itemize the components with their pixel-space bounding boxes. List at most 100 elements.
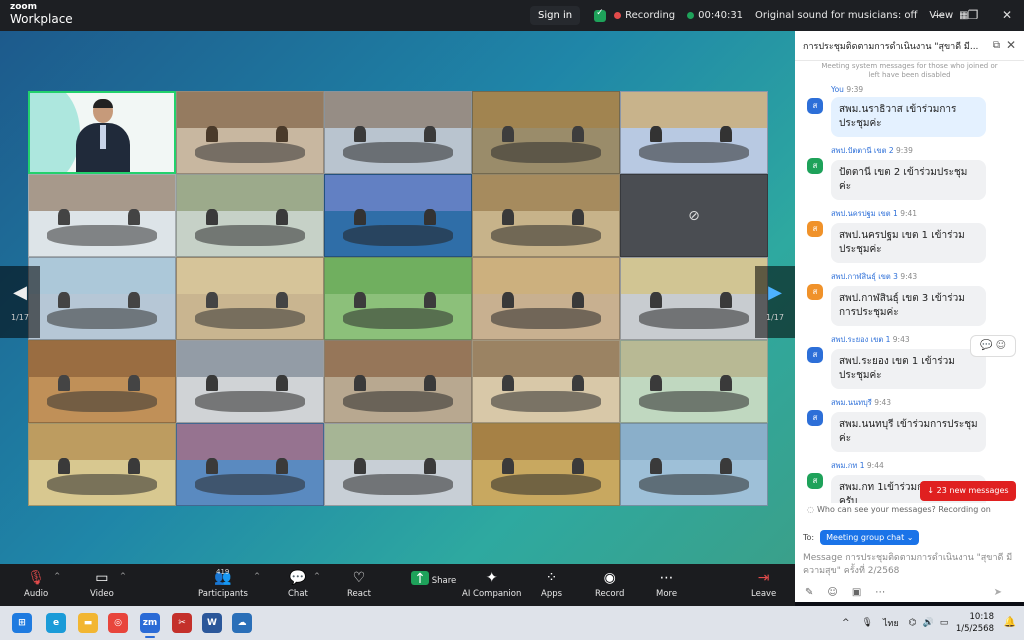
original-sound-toggle[interactable]: Original sound for musicians: off <box>755 10 917 21</box>
network-icon[interactable]: ⌬ <box>909 618 917 628</box>
video-tile[interactable] <box>472 257 620 340</box>
close-icon[interactable]: ✕ <box>1006 38 1016 52</box>
sender-avatar[interactable]: ส <box>807 473 823 489</box>
video-camera-icon: ▭ <box>95 570 109 586</box>
video-tile[interactable] <box>176 91 324 174</box>
participants-button[interactable]: 👥 419 Participants ^ <box>198 568 260 599</box>
mic-icon[interactable]: 🎙 <box>862 618 873 628</box>
message-reaction-icons[interactable]: 💬 ☺ <box>970 335 1016 357</box>
video-tile[interactable] <box>472 340 620 423</box>
more-button[interactable]: ⋯ More <box>656 570 677 599</box>
video-tile[interactable] <box>324 174 472 257</box>
video-tile[interactable] <box>176 340 324 423</box>
video-tile[interactable] <box>324 423 472 506</box>
apps-button[interactable]: ⁘ Apps <box>541 570 562 599</box>
share-button[interactable]: ↑ Share <box>411 570 456 588</box>
video-tile[interactable] <box>620 91 768 174</box>
windows-taskbar: ⊞ e ▬ ◎ zm ✂ W ☁ ^ 🎙 ไทย ⌬ 🔊 ▭ 10:18 1/5… <box>0 606 1024 640</box>
audio-button[interactable]: 🎙 Audio ^ <box>24 570 60 599</box>
chat-message[interactable]: ส สพป.ปัตตานี เขต 2 9:39 ปัตตานี เขต 2 เข้… <box>795 145 1024 200</box>
caret-up-icon[interactable]: ^ <box>314 572 320 580</box>
more-icon[interactable]: ⋯ <box>875 587 885 598</box>
react-button[interactable]: ♡ React <box>347 570 371 599</box>
video-tile[interactable] <box>324 257 472 340</box>
encryption-shield-icon[interactable] <box>594 8 607 22</box>
popout-icon[interactable]: ⧉ <box>993 40 1000 51</box>
video-tile[interactable] <box>472 91 620 174</box>
who-can-see-link[interactable]: ◌ Who can see your messages? Recording on <box>795 505 1024 514</box>
file-explorer-icon[interactable]: ▬ <box>78 613 98 633</box>
video-tile[interactable] <box>620 257 768 340</box>
video-tile[interactable] <box>324 91 472 174</box>
video-tile[interactable]: ⊘ <box>620 174 768 257</box>
caret-up-icon[interactable]: ^ <box>120 572 126 580</box>
video-tile[interactable] <box>472 174 620 257</box>
word-icon[interactable]: W <box>202 613 222 633</box>
send-icon[interactable]: ➤ <box>994 587 1002 598</box>
windows-start-icon[interactable]: ⊞ <box>12 613 32 633</box>
video-tile[interactable] <box>28 340 176 423</box>
message-list[interactable]: ส You 9:39 สพม.นราธิวาส เข้าร่วมการประชุมค… <box>795 85 1024 503</box>
speaker-figure <box>76 99 130 172</box>
leave-button[interactable]: ⇥ Leave <box>751 570 776 599</box>
message-input[interactable]: Message การประชุมติดตามการดำเนินงาน "สุข… <box>803 552 1015 578</box>
record-button[interactable]: ◉ Record <box>595 570 624 599</box>
sender-name[interactable]: สพป.นครปฐม เขต 1 <box>831 209 898 218</box>
sender-name[interactable]: สพป.กาฬสินธุ์ เขต 3 <box>831 272 898 281</box>
sender-name[interactable]: สพม.กท 1 <box>831 461 865 470</box>
sender-name[interactable]: สพม.นนทบุรี <box>831 398 872 407</box>
sender-avatar[interactable]: ส <box>807 158 823 174</box>
video-tile[interactable] <box>324 340 472 423</box>
video-tile[interactable] <box>472 423 620 506</box>
app-icon[interactable]: ☁ <box>232 613 252 633</box>
recipient-selector[interactable]: Meeting group chat ⌄ <box>820 530 920 545</box>
recording-status[interactable]: Recording <box>625 10 675 21</box>
chat-button[interactable]: 💬 Chat ^ <box>288 570 320 599</box>
video-tile[interactable] <box>28 423 176 506</box>
video-tile[interactable] <box>28 174 176 257</box>
video-tile-active-speaker[interactable] <box>28 91 176 174</box>
sender-name[interactable]: สพป.ปัตตานี เขต 2 <box>831 146 894 155</box>
screenshot-icon[interactable]: ▣ <box>852 587 861 598</box>
sender-name[interactable]: สพป.ระยอง เขต 1 <box>831 335 890 344</box>
language-indicator[interactable]: ไทย <box>883 616 899 630</box>
format-icon[interactable]: ✎ <box>805 587 813 598</box>
video-tile[interactable] <box>176 257 324 340</box>
sender-avatar[interactable]: ส <box>807 410 823 426</box>
sign-in-button[interactable]: Sign in <box>530 6 581 25</box>
caret-up-icon[interactable]: ^ <box>54 572 60 580</box>
sender-avatar[interactable]: ส <box>807 221 823 237</box>
next-page-button[interactable]: ▶ 1/17 <box>755 266 795 338</box>
video-tile[interactable] <box>28 257 176 340</box>
video-tile[interactable] <box>176 423 324 506</box>
video-tile[interactable] <box>620 340 768 423</box>
clock[interactable]: 10:18 1/5/2568 <box>956 611 994 635</box>
sender-avatar[interactable]: ส <box>807 347 823 363</box>
emoji-icon[interactable]: ☺ <box>827 587 837 598</box>
zoom-app-icon[interactable]: zm <box>140 613 160 638</box>
video-button[interactable]: ▭ Video ^ <box>90 570 126 599</box>
chat-message[interactable]: ส You 9:39 สพม.นราธิวาส เข้าร่วมการประชุมค… <box>795 85 1024 137</box>
sender-avatar[interactable]: ส <box>807 98 823 114</box>
video-tile[interactable] <box>176 174 324 257</box>
close-window-icon[interactable]: ✕ <box>990 0 1024 31</box>
chevron-up-icon[interactable]: ^ <box>842 618 850 628</box>
sender-avatar[interactable]: ส <box>807 284 823 300</box>
chrome-icon[interactable]: ◎ <box>108 613 128 633</box>
chat-message[interactable]: ส สพป.นครปฐม เขต 1 9:41 สพป.นครปฐม เขต 1 เ… <box>795 208 1024 263</box>
volume-icon[interactable]: 🔊 <box>923 618 934 628</box>
caret-up-icon[interactable]: ^ <box>254 572 260 580</box>
previous-page-button[interactable]: ◀ 1/17 <box>0 266 40 338</box>
battery-icon[interactable]: ▭ <box>940 618 949 628</box>
sender-name[interactable]: You <box>831 85 844 94</box>
edge-icon[interactable]: e <box>46 613 66 633</box>
notification-bell-icon[interactable]: 🔔 <box>1004 617 1016 628</box>
video-tile[interactable] <box>620 423 768 506</box>
restore-icon[interactable]: ❐ <box>956 0 990 31</box>
new-messages-button[interactable]: ↓ 23 new messages <box>920 481 1016 501</box>
snipping-tool-icon[interactable]: ✂ <box>172 613 192 633</box>
ai-companion-button[interactable]: ✦ AI Companion <box>462 570 521 599</box>
chat-message[interactable]: ส สพม.นนทบุรี 9:43 สพม.นนทบุรี เข้าร่วมการ… <box>795 397 1024 452</box>
minimize-icon[interactable]: — <box>922 0 956 31</box>
chat-message[interactable]: ส สพป.กาฬสินธุ์ เขต 3 9:43 สพป.กาฬสินธุ์ เ… <box>795 271 1024 326</box>
